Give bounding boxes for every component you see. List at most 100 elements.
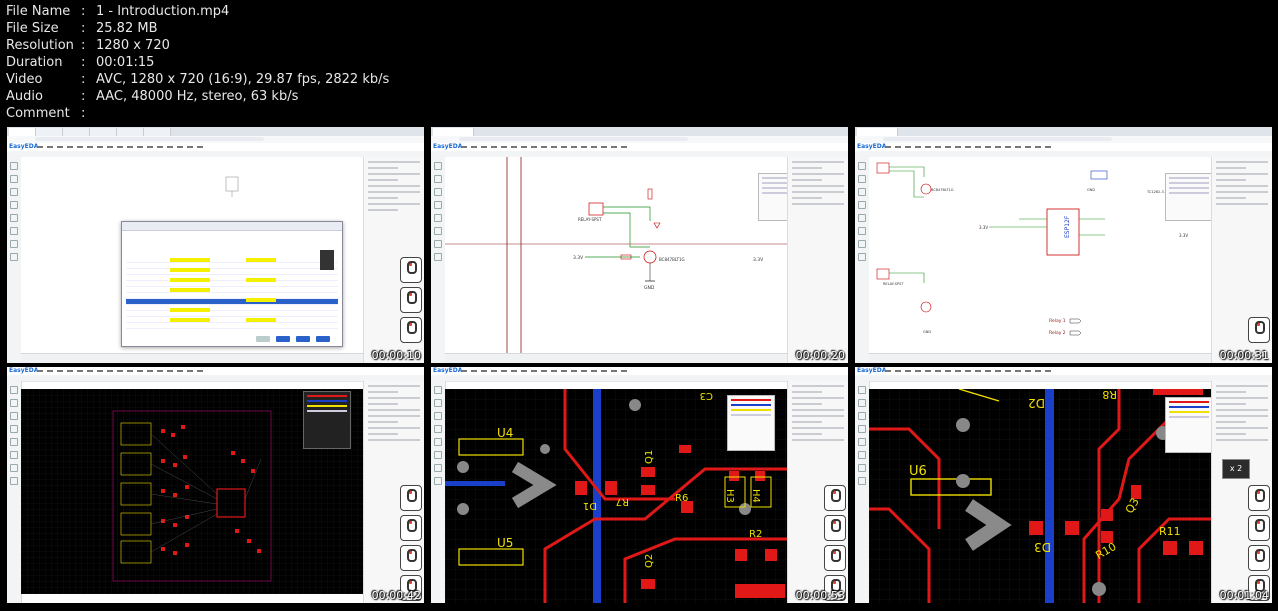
schematic-canvas[interactable]: RELAY-SPST BC847BLT1G GND 3.3V 3.3V	[445, 157, 806, 354]
ref-u6: U6	[909, 464, 927, 479]
pcb-canvas[interactable]	[21, 389, 364, 594]
file-info-row: Video: AVC, 1280 x 720 (16:9), 29.87 fps,…	[6, 71, 389, 88]
timestamp: 00:00:31	[1219, 349, 1269, 362]
file-info-separator: :	[81, 89, 86, 104]
app-toolbar	[855, 375, 1272, 382]
timestamp: 00:00:10	[371, 349, 421, 362]
timestamp: 00:00:42	[371, 589, 421, 602]
voltage-label: 3.3V	[979, 225, 988, 230]
properties-panel	[787, 157, 848, 363]
file-info-value: AVC, 1280 x 720 (16:9), 29.87 fps, 2822 …	[96, 72, 390, 87]
wiring-tools-panel[interactable]	[1165, 173, 1213, 221]
file-info-row: Resolution:1280 x 720	[6, 37, 389, 54]
schematic-svg: RELAY-SPST BC847BLT1G GND 3.3V 3.3V	[445, 157, 788, 354]
file-info-key: Comment	[6, 106, 70, 121]
schematic-canvas[interactable]	[21, 157, 364, 354]
zoom-badge[interactable]: x 2	[1222, 459, 1250, 479]
transistor-label: BC847BLT1G	[659, 257, 685, 262]
ref-d1: D1	[583, 500, 597, 511]
ref-h4: H4	[750, 489, 761, 503]
pcb-canvas[interactable]: U6 D2 D3 Q3 R10 R11 R8	[869, 389, 1213, 603]
layer-tools-panel[interactable]	[1165, 397, 1213, 453]
pcb-canvas[interactable]: U4 U5 D1 Q1 Q2 R7 R6 R2 H3 H4 C3	[445, 389, 788, 603]
file-info-value: 1 - Introduction.mp4	[96, 4, 230, 19]
file-info-value: AAC, 48000 Hz, stereo, 63 kb/s	[96, 89, 299, 104]
schematic-canvas[interactable]: BC847BLT1G ESP12F 3.3V 3.3V GND TC1262-3…	[869, 157, 1213, 354]
voltage-label: 3.3V	[573, 255, 584, 261]
mouse-icon	[400, 257, 422, 283]
gnd-label: GND	[1087, 188, 1095, 192]
ref-r8: R8	[1102, 389, 1117, 401]
file-info-key: Resolution	[6, 38, 74, 53]
file-info-row: Duration:00:01:15	[6, 54, 389, 71]
ref-c3: C3	[700, 390, 713, 401]
mouse-icon	[400, 317, 422, 343]
ref-u5: U5	[497, 536, 513, 550]
video-thumbnail-5[interactable]: EasyEDA U4 U5 D1 Q1 Q2 R7 R6 R2 H3 H4 C3…	[431, 367, 848, 603]
mouse-icon	[1248, 515, 1270, 541]
ref-r11: R11	[1159, 525, 1181, 538]
left-tool-bar	[7, 381, 22, 603]
file-info-key: Video	[6, 72, 43, 87]
gnd-label: GND	[644, 285, 655, 291]
file-info-separator: :	[81, 106, 86, 121]
ref-r7: R7	[616, 496, 629, 507]
file-info-key: File Size	[6, 21, 59, 36]
app-logo: EasyEDA	[433, 367, 463, 374]
library-dialog[interactable]	[121, 221, 343, 347]
pcb-zoom-2-svg: U6 D2 D3 Q3 R10 R11 R8	[869, 389, 1212, 603]
timestamp: 00:00:53	[795, 589, 845, 602]
voltage-label: 3.3V	[753, 257, 764, 263]
video-thumbnail-2[interactable]: EasyEDA RELAY-SPST BC847BLT1G GND 3.3V 3…	[431, 127, 848, 363]
voltage-label: 3.3V	[1179, 233, 1188, 238]
app-toolbar	[7, 375, 424, 382]
video-thumbnail-6[interactable]: EasyEDA U6 D2 D3 Q3 R10 R11 R8 x 2 00:01…	[855, 367, 1272, 603]
browser-tab-strip	[7, 127, 424, 136]
app-logo: EasyEDA	[433, 143, 463, 150]
status-bar	[445, 353, 788, 363]
schematic-svg: BC847BLT1G ESP12F 3.3V 3.3V GND TC1262-3…	[876, 162, 1188, 336]
relay-label: RELAY-SPST	[883, 282, 904, 286]
file-info-separator: :	[81, 38, 86, 53]
relay-1-label: Relay 1	[1049, 318, 1066, 324]
layer-tools-panel[interactable]	[303, 391, 351, 449]
file-info-row: Comment:	[6, 105, 389, 122]
mouse-icon	[824, 515, 846, 541]
timestamp: 00:01:04	[1219, 589, 1269, 602]
file-info-separator: :	[81, 4, 86, 19]
ref-d3: D3	[1034, 540, 1051, 554]
file-info-value: 25.82 MB	[96, 21, 158, 36]
video-thumbnail-1[interactable]: EasyEDA 00:00:10	[7, 127, 424, 363]
left-tool-bar	[855, 157, 870, 363]
ref-u4: U4	[497, 426, 513, 440]
left-tool-bar	[431, 157, 446, 363]
relay-label: RELAY-SPST	[578, 217, 602, 222]
ref-h3: H3	[724, 489, 735, 503]
file-info-separator: :	[81, 72, 86, 87]
file-info-value: 1280 x 720	[96, 38, 170, 53]
left-tool-bar	[855, 381, 870, 603]
file-info-separator: :	[81, 21, 86, 36]
file-info-row: File Name:1 - Introduction.mp4	[6, 3, 389, 20]
ref-r2: R2	[749, 529, 762, 540]
video-thumbnail-4[interactable]: EasyEDA 00:00:42	[7, 367, 424, 603]
file-info-key: File Name	[6, 4, 71, 19]
file-info-key: Audio	[6, 89, 43, 104]
left-tool-bar	[431, 381, 446, 603]
left-tool-bar	[7, 157, 22, 363]
mouse-icon	[400, 545, 422, 571]
ref-r6: R6	[675, 493, 688, 504]
mouse-icon	[1248, 485, 1270, 511]
layer-tools-panel[interactable]	[727, 395, 775, 451]
ref-q1: Q1	[644, 450, 655, 464]
mouse-icon	[400, 287, 422, 313]
mouse-icon	[1248, 317, 1270, 343]
file-info-separator: :	[81, 55, 86, 70]
video-thumbnail-3[interactable]: EasyEDA BC847BLT1G ESP12F 3.3V 3.3V GND …	[855, 127, 1272, 363]
mouse-icon	[400, 515, 422, 541]
app-toolbar	[431, 375, 848, 382]
mouse-icon	[824, 545, 846, 571]
transistor-label: BC847BLT1G	[931, 188, 954, 192]
ref-d2: D2	[1028, 396, 1045, 410]
status-bar	[869, 353, 1212, 363]
